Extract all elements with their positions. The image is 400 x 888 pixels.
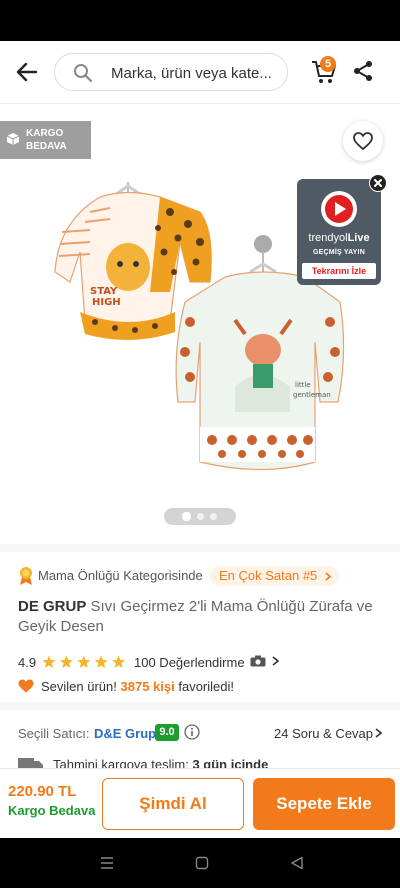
free-shipping-text: Kargo Bedava [8,803,96,818]
category-rank-row: Mama Önlüğü Kategorisinde En Çok Satan #… [18,566,388,586]
header: 5 [0,41,400,104]
delivery-text: Tahmini kargoya teslim: 3 gün içinde [53,757,269,768]
divider [0,702,400,710]
product-title: DE GRUP Sıvı Geçirmez 2'li Mama Önlüğü Z… [18,597,388,637]
svg-text:HIGH: HIGH [92,297,121,308]
close-icon[interactable] [369,174,387,192]
chevron-right-icon [325,572,332,581]
divider [0,544,400,552]
live-brand: trendyolLive [308,232,370,244]
slide-indicator[interactable] [164,508,236,525]
search-input[interactable] [111,61,281,85]
svg-text:gentleman: gentleman [293,391,331,399]
best-seller-badge[interactable]: En Çok Satan #5 [210,566,340,586]
star-rating-icons [42,655,126,668]
heart-outline-icon [353,132,373,150]
past-broadcast-label: GEÇMİŞ YAYIN [313,249,365,256]
chevron-right-icon [272,656,279,666]
chevron-right-icon [375,728,382,738]
trendyol-live-card[interactable]: trendyolLive GEÇMİŞ YAYIN Tekrarını İzle [297,179,381,285]
best-seller-label: En Çok Satan #5 [219,568,318,583]
replay-button[interactable]: Tekrarını İzle [302,263,376,279]
category-label: Mama Önlüğü Kategorisinde [38,568,203,583]
search-bar[interactable] [54,53,288,91]
box-icon [6,133,20,145]
slide-dot-3[interactable] [210,513,217,520]
play-icon[interactable] [321,191,357,227]
slide-dot-2[interactable] [197,513,204,520]
status-bar [0,0,400,41]
recents-icon[interactable] [100,856,114,870]
seller-section: Seçili Satıcı: D&E Grup 9.0 24 Soru & Ce… [0,718,400,768]
free-shipping-badge: KARGO BEDAVA [0,121,91,159]
bottom-action-bar: 220.90 TL Kargo Bedava Şimdi Al Sepete E… [0,768,400,838]
rating-value: 4.9 [18,655,37,670]
favorite-button[interactable] [343,121,383,161]
slide-dot-1[interactable] [182,512,191,521]
heart-icon [18,679,34,693]
buy-now-button[interactable]: Şimdi Al [102,778,244,830]
brand-name[interactable]: DE GRUP [18,598,86,615]
seller-name-link[interactable]: D&E Grup [94,726,156,741]
search-icon [74,64,93,83]
favorites-text: Sevilen ürün! 3875 kişi favoriledi! [41,679,234,694]
questions-answers-link[interactable]: 24 Soru & Cevap [274,726,373,741]
delivery-estimate-row: Tahmini kargoya teslim: 3 gün içinde [18,754,388,768]
product-image-gallery[interactable]: KARGO BEDAVA STAY HIGH little gentleman … [0,104,400,544]
free-shipping-label: KARGO BEDAVA [26,128,67,152]
svg-text:little: little [295,381,311,389]
medal-icon [20,567,32,585]
seller-score-badge: 9.0 [155,724,179,741]
info-icon[interactable] [184,724,200,740]
system-nav-bar [0,838,400,888]
back-triangle-icon[interactable] [290,856,304,870]
price: 220.90 TL [8,783,77,800]
share-icon[interactable] [352,59,374,83]
rating-row[interactable]: 4.9 100 Değerlendirme [18,653,388,671]
camera-icon [250,655,266,667]
add-to-cart-button[interactable]: Sepete Ekle [253,778,395,830]
truck-icon [18,758,43,768]
svg-text:STAY: STAY [90,286,118,297]
back-arrow-icon[interactable] [12,57,42,87]
favorites-row: Sevilen ürün! 3875 kişi favoriledi! [18,678,388,696]
seller-label: Seçili Satıcı: [18,726,90,741]
home-icon[interactable] [195,856,209,870]
product-info: Mama Önlüğü Kategorisinde En Çok Satan #… [0,552,400,700]
cart-count-badge: 5 [320,56,336,72]
review-count[interactable]: 100 Değerlendirme [134,655,245,670]
